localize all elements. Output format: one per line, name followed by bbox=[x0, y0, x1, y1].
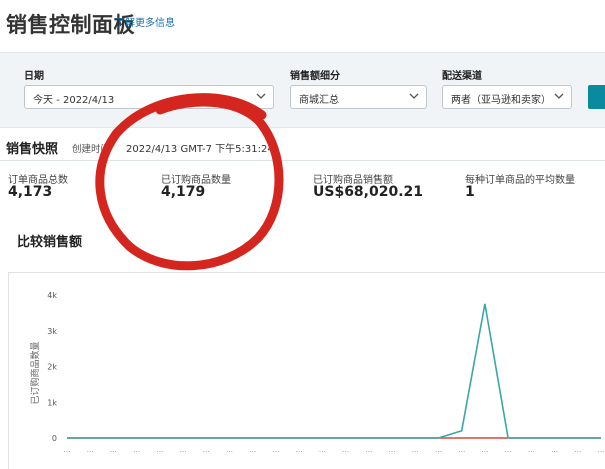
x-tick-label: … bbox=[110, 446, 117, 454]
date-filter-label: 日期 bbox=[24, 71, 44, 82]
x-tick-label: … bbox=[319, 446, 326, 454]
chevron-down-icon bbox=[554, 93, 564, 99]
y-tick-label: 4k bbox=[47, 291, 57, 300]
learn-more-link[interactable]: 了解更多信息 bbox=[115, 14, 175, 29]
x-tick-label: … bbox=[180, 446, 187, 454]
x-tick-label: … bbox=[272, 446, 279, 454]
x-tick-label: … bbox=[249, 446, 256, 454]
sales-line-chart: 0 1k 2k 3k 4k … … … … … … … … … … … … … … … … … … … … … … … … 已订购商品数… bbox=[29, 291, 605, 454]
x-tick-label: … bbox=[435, 446, 442, 454]
x-tick-label: … bbox=[156, 446, 163, 454]
metric-avg-units-label: 每种订单商品的平均数量 bbox=[465, 175, 575, 186]
compare-sales-title: 比较销售额 bbox=[17, 235, 83, 250]
y-tick-label: 0 bbox=[52, 434, 57, 443]
x-tick-label: … bbox=[481, 446, 488, 454]
x-tick-label: … bbox=[133, 446, 140, 454]
sales-breakdown-select[interactable]: 商城汇总 bbox=[290, 85, 427, 109]
chevron-down-icon bbox=[409, 93, 419, 99]
fulfillment-channel-value: 两者（亚马逊和卖家） bbox=[451, 95, 551, 106]
x-tick-label: … bbox=[87, 446, 94, 454]
x-tick-label: … bbox=[365, 446, 372, 454]
created-time: 2022/4/13 GMT-7 下午5:31:24 bbox=[126, 144, 274, 155]
x-tick-label: … bbox=[458, 446, 465, 454]
x-tick-label: … bbox=[342, 446, 349, 454]
created-label: 创建时间 bbox=[72, 144, 111, 155]
sales-breakdown-label: 销售额细分 bbox=[290, 71, 340, 82]
date-filter-select[interactable]: 今天 - 2022/4/13 bbox=[24, 85, 274, 109]
x-tick-label: … bbox=[203, 446, 210, 454]
apply-button[interactable] bbox=[588, 85, 605, 109]
x-tick-label: … bbox=[505, 446, 512, 454]
x-tick-label: … bbox=[551, 446, 558, 454]
y-tick-label: 3k bbox=[47, 327, 57, 336]
snapshot-title: 销售快照 bbox=[6, 142, 59, 157]
sales-breakdown-value: 商城汇总 bbox=[299, 95, 339, 106]
x-tick-label: … bbox=[226, 446, 233, 454]
x-tick-label: … bbox=[389, 446, 396, 454]
chevron-down-icon bbox=[256, 93, 266, 99]
chart-frame: 0 1k 2k 3k 4k … … … … … … … … … … … … … … … … … … … … … … … … 已订购商品数… bbox=[8, 272, 605, 469]
series-line-0 bbox=[67, 303, 601, 439]
fulfillment-channel-label: 配送渠道 bbox=[442, 71, 482, 82]
x-tick-label: … bbox=[598, 446, 605, 454]
y-tick-label: 1k bbox=[47, 398, 57, 407]
filter-bar: 日期 今天 - 2022/4/13 销售额细分 商城汇总 配送渠道 两者（亚马逊… bbox=[0, 52, 605, 128]
fulfillment-channel-select[interactable]: 两者（亚马逊和卖家） bbox=[442, 85, 572, 109]
x-tick-label: … bbox=[64, 446, 71, 454]
divider bbox=[0, 160, 605, 161]
x-tick-label: … bbox=[574, 446, 581, 454]
metric-units-ordered-value: 4,179 bbox=[161, 184, 206, 200]
y-tick-label: 2k bbox=[47, 363, 57, 372]
x-tick-label: … bbox=[528, 446, 535, 454]
metric-sales-value: US$68,020.21 bbox=[313, 184, 424, 200]
metric-avg-units-value: 1 bbox=[465, 184, 475, 200]
metric-total-orders-value: 4,173 bbox=[8, 184, 53, 200]
x-tick-label: … bbox=[412, 446, 419, 454]
date-filter-value: 今天 - 2022/4/13 bbox=[33, 95, 115, 106]
x-tick-label: … bbox=[296, 446, 303, 454]
y-axis-label: 已订购商品数量 bbox=[29, 341, 41, 404]
